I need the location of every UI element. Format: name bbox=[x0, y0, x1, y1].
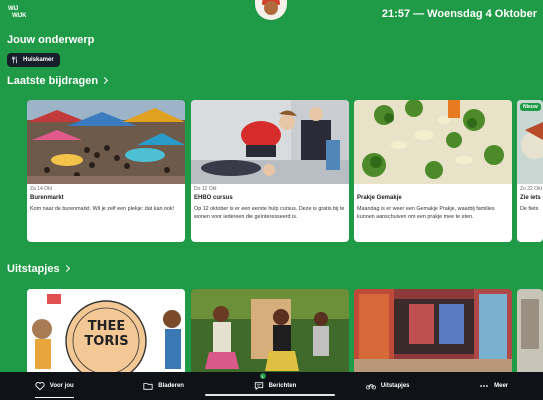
first-aid-photo bbox=[191, 100, 349, 184]
food-photo bbox=[354, 100, 512, 184]
card-description: De fiets bbox=[520, 206, 539, 212]
app-logo: WIJ WIJK bbox=[8, 6, 27, 19]
card-image bbox=[27, 100, 185, 184]
card-description: Op 12 oktober is er een eerste hulp curs… bbox=[194, 206, 345, 220]
chat-icon bbox=[254, 382, 263, 391]
messages-badge: 1 bbox=[259, 373, 266, 379]
active-indicator bbox=[34, 396, 74, 398]
card-image bbox=[191, 100, 349, 184]
topic-title: Jouw onderwerp bbox=[7, 34, 95, 46]
folder-icon bbox=[143, 383, 153, 390]
trip-card-theetoris[interactable]: THEE TORIS bbox=[27, 289, 185, 372]
trip-illustration-text: THEE TORIS bbox=[84, 319, 129, 349]
partial-photo bbox=[517, 100, 543, 184]
card-date: Do 12 Okt bbox=[194, 186, 217, 192]
more-icon bbox=[480, 385, 488, 387]
nav-item-uitstapjes[interactable]: Uitstapjes bbox=[365, 381, 410, 391]
trip-card-gallery[interactable] bbox=[354, 289, 512, 372]
card-title: EHBO cursus bbox=[194, 195, 233, 201]
card-burenmarkt[interactable]: Za 14 Okt Burenmarkt Kom naar de burenma… bbox=[27, 100, 185, 242]
card-ehbo-cursus[interactable]: Do 12 Okt EHBO cursus Op 12 oktober is e… bbox=[191, 100, 349, 242]
bike-icon bbox=[365, 384, 376, 390]
card-zie-iets[interactable]: Nieuw Zo 22 Okt Zie iets De fiets bbox=[517, 100, 543, 242]
gallery-photo bbox=[354, 289, 512, 372]
card-description: Kom naar de burenmarkt. Wil je zelf een … bbox=[30, 206, 175, 212]
new-badge: Nieuw bbox=[520, 103, 541, 111]
avatar[interactable] bbox=[255, 0, 287, 20]
latest-section-title[interactable]: Laatste bijdragen bbox=[7, 75, 109, 87]
dancers-photo bbox=[191, 289, 349, 372]
card-title: Prakje Gemakje bbox=[357, 195, 402, 201]
home-indicator bbox=[205, 394, 335, 396]
heart-icon bbox=[35, 382, 45, 391]
avatar-face bbox=[264, 1, 278, 15]
chevron-right-icon bbox=[62, 264, 70, 273]
nav-item-voor-jou[interactable]: Voor jou bbox=[34, 381, 74, 398]
card-date: Za 14 Okt bbox=[30, 186, 52, 192]
clock: 21:57 — Woensdag 4 Oktober bbox=[381, 8, 537, 20]
card-title: Zie iets bbox=[520, 195, 541, 201]
card-title: Burenmarkt bbox=[30, 195, 64, 201]
card-image bbox=[354, 100, 512, 184]
card-date: Zo 22 Okt bbox=[520, 186, 542, 192]
trips-section-title[interactable]: Uitstapjes bbox=[7, 263, 70, 275]
nav-item-berichten[interactable]: 1 Berichten bbox=[254, 373, 296, 391]
partial-photo bbox=[517, 289, 543, 372]
topic-chip-label: Huiskamer bbox=[23, 57, 54, 63]
trips-row: THEE TORIS bbox=[27, 289, 543, 372]
card-prakje-gemakje[interactable]: Prakje Gemakje Maandag is er weer een Ge… bbox=[354, 100, 512, 242]
card-image bbox=[517, 100, 543, 184]
topic-chip[interactable]: Huiskamer bbox=[7, 53, 60, 67]
trip-card-partial[interactable] bbox=[517, 289, 543, 372]
cutlery-icon bbox=[12, 56, 17, 64]
nav-item-bladeren[interactable]: Bladeren bbox=[143, 381, 184, 391]
nav-item-meer[interactable]: Meer bbox=[479, 381, 508, 391]
card-description: Maandag is er weer een Gemakje Prakje, w… bbox=[357, 206, 495, 220]
chevron-right-icon bbox=[101, 76, 109, 85]
market-photo bbox=[27, 100, 185, 184]
trip-card-dancers[interactable] bbox=[191, 289, 349, 372]
